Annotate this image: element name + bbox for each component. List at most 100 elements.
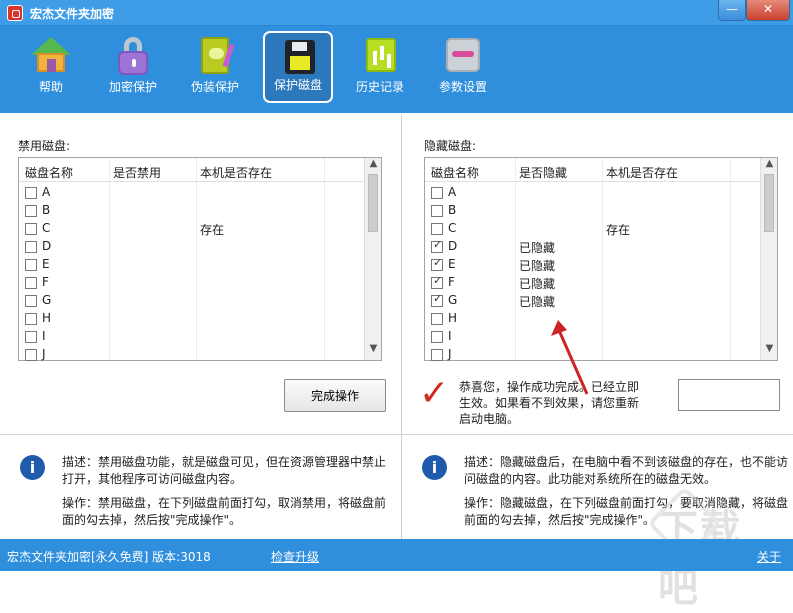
- hide-description: 描述：隐藏磁盘后，在电脑中看不到该磁盘的存在，也不能访问磁盘的内容。此功能对系统…: [464, 455, 789, 486]
- info-icon: i: [422, 455, 447, 480]
- table-row[interactable]: B: [425, 202, 760, 220]
- floppy-disk-icon: [280, 39, 320, 75]
- table-row[interactable]: G 已隐藏: [425, 292, 760, 310]
- scroll-up-arrow-icon[interactable]: ▲: [761, 158, 778, 175]
- table-row[interactable]: E 已隐藏: [425, 256, 760, 274]
- disable-disk-rows: A B C 存在 D E F G H I J: [19, 184, 364, 364]
- scroll-down-arrow-icon[interactable]: ▼: [761, 343, 778, 360]
- toolbar-help-label: 帮助: [38, 80, 63, 94]
- drive-checkbox[interactable]: [431, 187, 443, 199]
- hide-disk-panel: 隐藏磁盘: 磁盘名称 是否隐藏 本机是否存在 A B C 存在 D 已隐藏 E 已隐藏…: [402, 114, 793, 539]
- toolbar-help-button[interactable]: 帮助: [16, 31, 86, 103]
- hide-finish-button[interactable]: [678, 379, 780, 411]
- drive-name: I: [42, 329, 46, 343]
- disable-disk-panel: 禁用磁盘: 磁盘名称 是否禁用 本机是否存在 A B C 存在 D E F G H…: [0, 114, 402, 539]
- table-row[interactable]: H: [19, 310, 364, 328]
- hide-disk-rows: A B C 存在 D 已隐藏 E 已隐藏 F 已隐藏 G 已隐藏 H I J: [425, 184, 760, 364]
- hide-disk-label: 隐藏磁盘:: [424, 139, 477, 153]
- table-row[interactable]: F 已隐藏: [425, 274, 760, 292]
- drive-name: H: [448, 311, 458, 325]
- table-row[interactable]: A: [19, 184, 364, 202]
- hidden-status: 已隐藏: [519, 241, 556, 255]
- disable-finish-button[interactable]: 完成操作: [284, 379, 386, 412]
- drive-name: C: [42, 221, 51, 235]
- table-row[interactable]: C 存在: [425, 220, 760, 238]
- disable-table-scrollbar[interactable]: ▲ ▼: [364, 158, 381, 360]
- toolbar-settings-label: 参数设置: [438, 80, 487, 94]
- disable-disk-table: 磁盘名称 是否禁用 本机是否存在 A B C 存在 D E F G H I J ▲…: [18, 157, 382, 361]
- column-disk-name: 磁盘名称: [25, 166, 74, 180]
- about-link[interactable]: 关于: [757, 548, 781, 565]
- minimize-button[interactable]: —: [718, 0, 746, 21]
- toolbar-history-button[interactable]: 历史记录: [345, 31, 415, 103]
- disable-operation: 操作：禁用磁盘，在下列磁盘前面打勾，取消禁用，将磁盘前面的勾去掉，然后按"完成操…: [62, 496, 387, 527]
- table-row[interactable]: F: [19, 274, 364, 292]
- drive-name: D: [42, 239, 52, 253]
- table-row[interactable]: H: [425, 310, 760, 328]
- table-row[interactable]: B: [19, 202, 364, 220]
- drive-checkbox[interactable]: [25, 259, 37, 271]
- table-row[interactable]: E: [19, 256, 364, 274]
- column-disk-name: 磁盘名称: [431, 166, 480, 180]
- drive-checkbox[interactable]: [431, 256, 443, 271]
- drive-checkbox[interactable]: [431, 313, 443, 325]
- table-row[interactable]: J: [19, 346, 364, 364]
- scroll-thumb[interactable]: [368, 174, 378, 232]
- drive-name: E: [42, 257, 50, 271]
- table-row[interactable]: G: [19, 292, 364, 310]
- table-row[interactable]: D: [19, 238, 364, 256]
- scroll-down-arrow-icon[interactable]: ▼: [365, 343, 382, 360]
- drive-checkbox[interactable]: [431, 223, 443, 235]
- version-status: 宏杰文件夹加密[永久免费] 版本:3018: [7, 550, 211, 564]
- scroll-thumb[interactable]: [764, 174, 774, 232]
- exists-status: 存在: [606, 223, 631, 237]
- drive-name: B: [448, 203, 457, 217]
- drive-name: J: [448, 347, 452, 361]
- drive-checkbox[interactable]: [431, 238, 443, 253]
- table-row[interactable]: I: [19, 328, 364, 346]
- close-button[interactable]: ✕: [746, 0, 790, 21]
- drive-checkbox[interactable]: [25, 313, 37, 325]
- right-divider: [402, 434, 793, 435]
- scroll-up-arrow-icon[interactable]: ▲: [365, 158, 382, 175]
- drive-checkbox[interactable]: [25, 241, 37, 253]
- history-chart-icon: [360, 37, 400, 73]
- lock-icon: [113, 37, 153, 75]
- toolbar-protect-disk-button[interactable]: 保护磁盘: [263, 31, 333, 103]
- drive-checkbox[interactable]: [25, 295, 37, 307]
- drive-checkbox[interactable]: [25, 331, 37, 343]
- column-hidden: 是否隐藏: [519, 166, 568, 180]
- exists-status: 存在: [200, 223, 225, 237]
- drive-checkbox[interactable]: [25, 187, 37, 199]
- hide-table-scrollbar[interactable]: ▲ ▼: [760, 158, 777, 360]
- table-row[interactable]: I: [425, 328, 760, 346]
- drive-name: D: [448, 239, 458, 253]
- hidden-status: 已隐藏: [519, 259, 556, 273]
- table-row[interactable]: J: [425, 346, 760, 364]
- drive-name: G: [448, 293, 458, 307]
- book-icon: [195, 37, 235, 74]
- table-row[interactable]: A: [425, 184, 760, 202]
- drive-name: G: [42, 293, 52, 307]
- toolbar-disguise-button[interactable]: 伪装保护: [180, 31, 250, 103]
- drive-checkbox[interactable]: [25, 223, 37, 235]
- column-exists: 本机是否存在: [606, 166, 679, 180]
- disable-description: 描述：禁用磁盘功能，就是磁盘可见，但在资源管理器中禁止打开，其他程序可访问磁盘内…: [62, 455, 387, 486]
- drive-checkbox[interactable]: [431, 292, 443, 307]
- drive-checkbox[interactable]: [431, 205, 443, 217]
- toolbar-protect-disk-label: 保护磁盘: [273, 78, 322, 92]
- toolbar-settings-button[interactable]: 参数设置: [428, 31, 498, 103]
- drive-checkbox[interactable]: [25, 277, 37, 289]
- title-bar: 宏杰文件夹加密 — ✕: [0, 0, 793, 26]
- table-row[interactable]: C 存在: [19, 220, 364, 238]
- drive-checkbox[interactable]: [25, 205, 37, 217]
- drive-checkbox[interactable]: [431, 331, 443, 343]
- table-row[interactable]: D 已隐藏: [425, 238, 760, 256]
- drive-checkbox[interactable]: [431, 274, 443, 289]
- disable-disk-label: 禁用磁盘:: [18, 139, 71, 153]
- drive-checkbox[interactable]: [25, 349, 37, 361]
- column-exists: 本机是否存在: [200, 166, 273, 180]
- toolbar-encrypt-button[interactable]: 加密保护: [98, 31, 168, 103]
- check-update-link[interactable]: 检查升级: [271, 548, 319, 565]
- drive-checkbox[interactable]: [431, 349, 443, 361]
